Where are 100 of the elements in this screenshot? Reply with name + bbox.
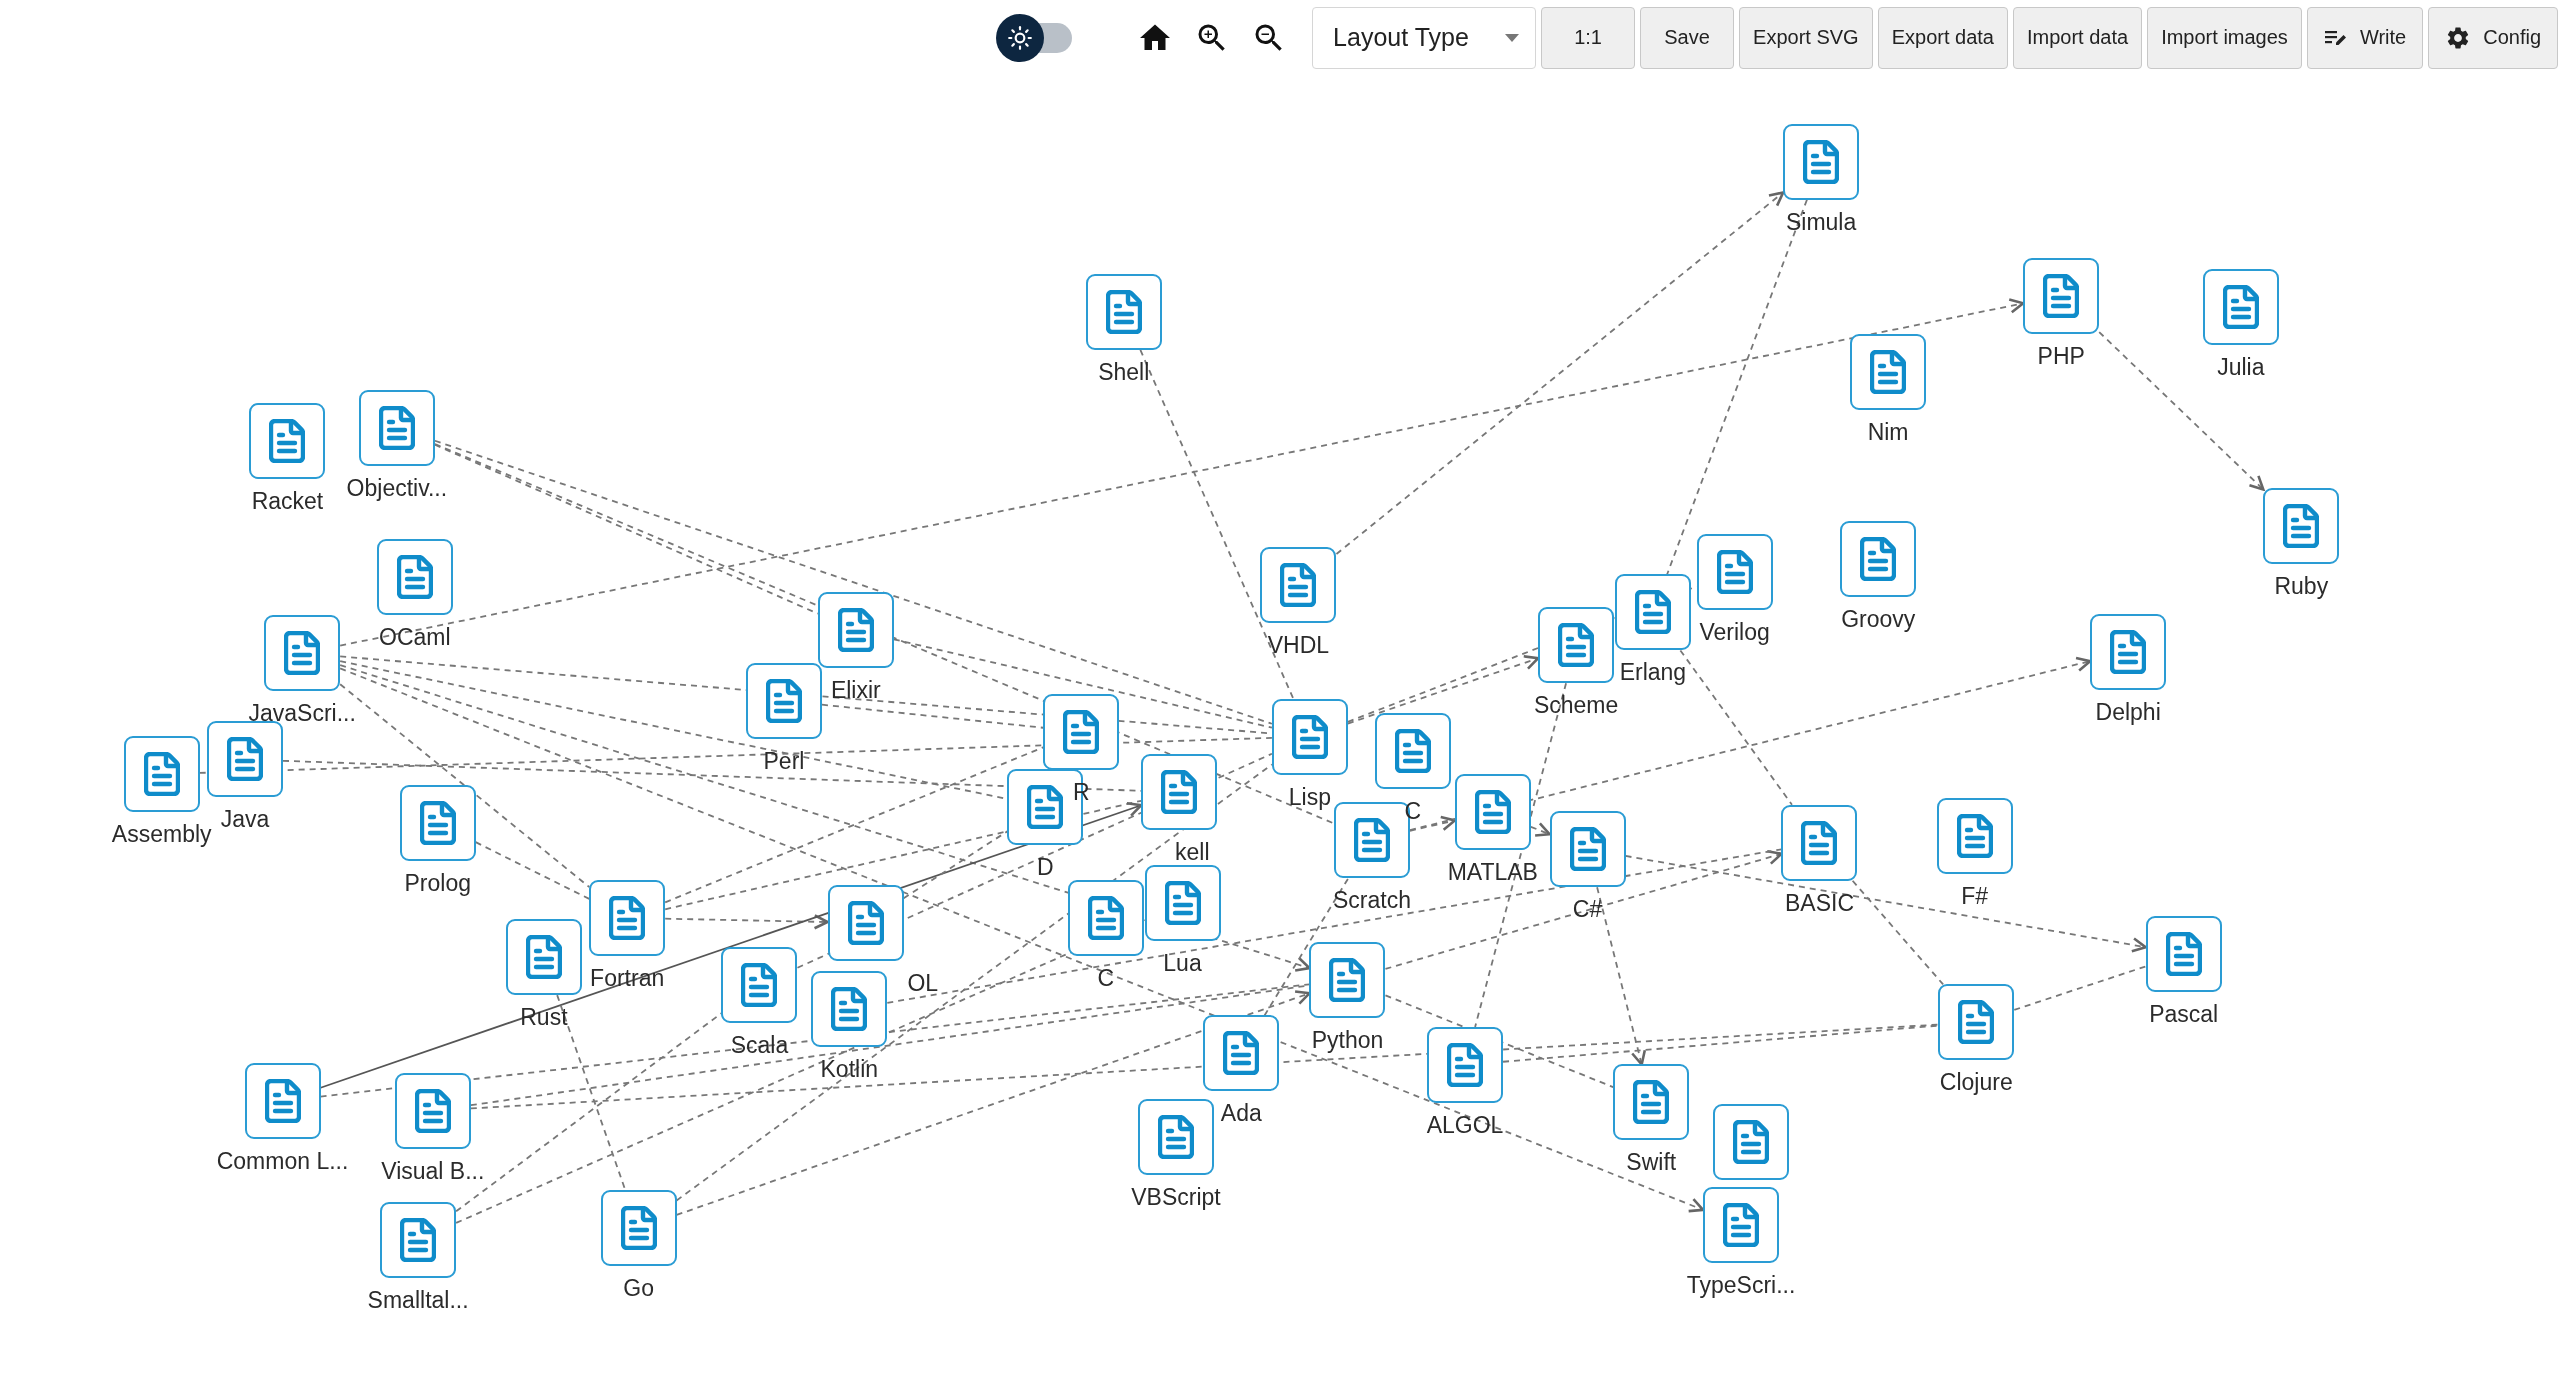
node-card[interactable] — [2263, 487, 2340, 564]
node-card[interactable] — [1141, 754, 1218, 831]
node-label: Julia — [2217, 354, 2265, 381]
node-card[interactable] — [589, 879, 666, 956]
node-card[interactable] — [249, 403, 326, 479]
toolbar-button[interactable]: Export SVG — [1739, 6, 1873, 69]
node-card[interactable] — [1067, 879, 1144, 956]
node-label: PHP — [2037, 342, 2085, 369]
node-card[interactable] — [1309, 941, 1386, 1018]
document-icon — [284, 631, 321, 676]
document-icon — [1329, 957, 1366, 1002]
node-card[interactable] — [399, 785, 476, 862]
toolbar-button[interactable]: Export data — [1877, 6, 2008, 69]
node-card[interactable] — [1938, 984, 2015, 1061]
node-card[interactable] — [1427, 1026, 1504, 1103]
node-label: MATLAB — [1447, 858, 1538, 885]
node-card[interactable] — [358, 389, 435, 466]
node-card[interactable] — [264, 615, 341, 692]
node-card[interactable] — [1137, 1098, 1214, 1175]
node-label: Go — [623, 1275, 654, 1302]
node-card[interactable] — [2090, 613, 2167, 690]
node-label: Pascal — [2149, 1000, 2219, 1027]
node-card[interactable] — [2023, 257, 2100, 334]
node-card[interactable] — [2202, 269, 2279, 346]
node-label: OCaml — [379, 623, 451, 650]
document-icon — [1063, 709, 1100, 754]
document-icon — [620, 1206, 657, 1251]
node-card[interactable] — [2145, 915, 2222, 992]
node-card[interactable] — [1840, 520, 1917, 597]
node-card[interactable] — [811, 971, 888, 1048]
node-card[interactable] — [123, 736, 200, 813]
node-card[interactable] — [600, 1190, 677, 1267]
node-card[interactable] — [1549, 811, 1626, 888]
node-card[interactable] — [1936, 798, 2013, 875]
node-card[interactable] — [1783, 123, 1860, 200]
document-icon — [1223, 1031, 1260, 1076]
toolbar-button[interactable]: Config — [2428, 6, 2558, 69]
node-card[interactable] — [1696, 533, 1773, 610]
node-label: Visual B... — [381, 1157, 485, 1184]
toolbar-button[interactable]: Import images — [2147, 6, 2302, 69]
document-icon — [1157, 1114, 1194, 1159]
node-card[interactable] — [1454, 773, 1531, 850]
node-card[interactable] — [1703, 1186, 1780, 1263]
node-label: Kotlin — [820, 1056, 879, 1083]
node-label: Ruby — [2274, 572, 2329, 599]
document-icon — [837, 608, 874, 653]
node-card[interactable] — [1613, 1064, 1690, 1141]
node-label: Ada — [1220, 1100, 1262, 1127]
toolbar-button[interactable]: Import data — [2013, 6, 2143, 69]
node-card[interactable] — [1203, 1015, 1280, 1092]
document-icon — [1716, 549, 1753, 594]
node-label: Perl — [763, 747, 805, 774]
document-icon — [264, 1078, 301, 1123]
node-card[interactable] — [394, 1072, 471, 1149]
node-card[interactable] — [1374, 713, 1451, 790]
node-label: Smalltal... — [367, 1286, 469, 1313]
node-label: kell — [1175, 839, 1210, 866]
node-card[interactable] — [1043, 693, 1120, 770]
node-card[interactable] — [207, 721, 283, 798]
node-card[interactable] — [244, 1062, 321, 1139]
node-card[interactable] — [1538, 607, 1615, 684]
node-card[interactable] — [1712, 1103, 1789, 1180]
sun-icon — [1007, 24, 1034, 51]
node-card[interactable] — [1271, 698, 1348, 775]
node-label: Lua — [1163, 950, 1202, 977]
toolbar-button[interactable]: 1:1 — [1541, 6, 1636, 69]
layout-type-select[interactable]: Layout Type — [1312, 6, 1537, 69]
document-icon — [1723, 1202, 1760, 1247]
document-icon — [2110, 629, 2147, 674]
node-card[interactable] — [1850, 334, 1927, 411]
document-icon — [1087, 895, 1124, 940]
toolbar-button[interactable]: Write — [2306, 6, 2424, 69]
node-label: Verilog — [1699, 618, 1770, 645]
theme-toggle[interactable] — [996, 13, 1073, 62]
node-card[interactable] — [827, 884, 904, 961]
document-icon — [2222, 285, 2259, 330]
node-label: Prolog — [404, 870, 471, 897]
node-card[interactable] — [376, 538, 453, 615]
node-label: Python — [1311, 1026, 1384, 1053]
node-card[interactable] — [817, 592, 894, 669]
node-card[interactable] — [745, 662, 822, 739]
document-icon — [2165, 931, 2202, 976]
node-card[interactable] — [1614, 574, 1691, 651]
document-icon — [414, 1088, 451, 1133]
document-icon — [400, 1217, 437, 1262]
node-card[interactable] — [721, 946, 798, 1023]
node-label: VBScript — [1131, 1183, 1221, 1210]
node-label: Elixir — [830, 677, 881, 704]
node-card[interactable] — [505, 919, 582, 996]
toolbar-button[interactable]: Save — [1640, 6, 1735, 69]
node-card[interactable] — [380, 1201, 457, 1278]
node-card[interactable] — [1260, 546, 1337, 623]
node-card[interactable] — [1085, 273, 1162, 350]
node-card[interactable] — [1144, 865, 1221, 942]
node-label: Scala — [730, 1031, 789, 1058]
node-card[interactable] — [1781, 804, 1858, 881]
node-label: OL — [907, 969, 939, 996]
document-icon — [1801, 820, 1838, 865]
node-label: C — [1097, 964, 1115, 991]
document-icon — [847, 900, 884, 945]
